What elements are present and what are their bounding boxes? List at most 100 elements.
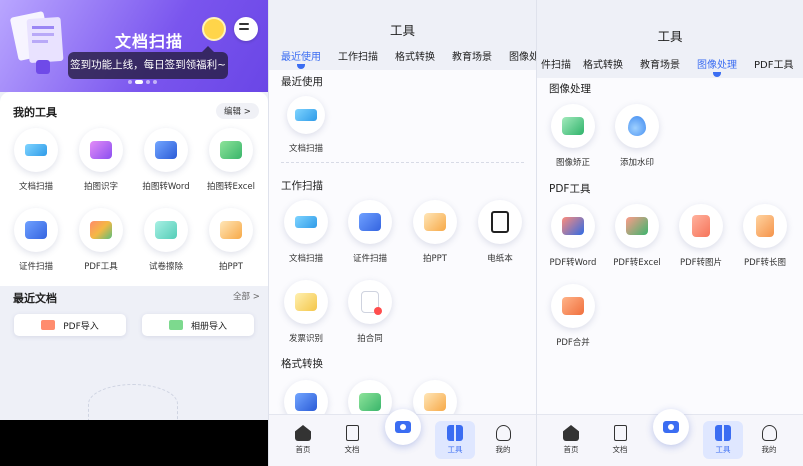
bottom-nav: 首页 文档 工具 我的	[269, 409, 536, 466]
checkin-coin-icon[interactable]	[202, 17, 226, 41]
tool-exam-erase[interactable]: 试卷擦除	[134, 208, 198, 272]
section-recent: 最近使用	[281, 76, 323, 88]
blank-bar	[0, 420, 268, 466]
contract-icon	[361, 291, 382, 315]
tool-photo-to-word[interactable]: 拍图转Word	[134, 128, 198, 192]
nav-tools[interactable]: 工具	[703, 421, 743, 459]
pdf-word-icon	[562, 217, 584, 235]
grid-icon	[715, 425, 731, 441]
hero-title: 文档扫描	[115, 32, 184, 51]
bottom-nav: 首页 文档 工具 我的	[537, 409, 803, 466]
tab-id-scan[interactable]: 件扫描	[541, 56, 571, 71]
tab-image[interactable]: 图像处	[509, 48, 536, 63]
excel-icon	[220, 141, 242, 159]
tool-doc-scan[interactable]: 文档扫描	[274, 96, 338, 154]
page-title: 工具	[657, 29, 683, 44]
carousel-dots	[128, 80, 157, 84]
image-correct-icon	[562, 117, 584, 135]
nav-docs[interactable]: 文档	[600, 425, 640, 455]
document-illustration-icon	[10, 11, 64, 74]
tool-pdf-merge[interactable]: PDF合并	[541, 284, 605, 348]
nav-me[interactable]: 我的	[749, 425, 789, 455]
tool-contract[interactable]: 拍合同	[338, 280, 402, 344]
pdf-image-icon	[692, 215, 710, 237]
tool-pdf-to-excel[interactable]: PDF转Excel	[605, 204, 669, 268]
image-icon	[424, 393, 446, 411]
excel-icon	[359, 393, 381, 411]
id-card-icon	[25, 221, 47, 239]
tool-invoice[interactable]: 发票识别	[274, 280, 338, 344]
tool-pdf-to-long-image[interactable]: PDF转长图	[733, 204, 797, 268]
nav-me[interactable]: 我的	[483, 425, 523, 455]
tab-education[interactable]: 教育场景	[640, 56, 680, 71]
hero-banner[interactable]: 文档扫描 签到功能上线，每日签到领福利~	[0, 0, 268, 92]
person-icon	[761, 425, 777, 441]
pdf-excel-icon	[626, 217, 648, 235]
my-tools-card: 我的工具 编辑 > 文档扫描 拍图识字 拍图转Word 拍图转Excel 证件扫…	[0, 92, 268, 286]
camera-button[interactable]	[653, 409, 689, 445]
home-screen: 文档扫描 签到功能上线，每日签到领福利~ 我的工具 编辑 > 文档扫描 拍图识字…	[0, 0, 268, 466]
water-drop-icon	[628, 116, 646, 136]
tab-pdf-tools[interactable]: PDF工具	[754, 56, 793, 71]
tab-work-scan[interactable]: 工作扫描	[338, 48, 378, 63]
person-icon	[495, 425, 511, 441]
printer-icon	[295, 109, 317, 121]
text-recognition-icon	[90, 141, 112, 159]
empty-state-illustration	[88, 384, 178, 424]
tool-e-paper[interactable]: 电纸本	[468, 200, 532, 264]
pdf-long-image-icon	[756, 215, 774, 237]
tool-pdf-to-image[interactable]: PDF转图片	[669, 204, 733, 268]
home-icon	[563, 425, 579, 441]
tool-doc-scan-2[interactable]: 文档扫描	[274, 200, 338, 264]
tab-image-process[interactable]: 图像处理	[697, 56, 737, 77]
edit-button[interactable]: 编辑 >	[216, 103, 259, 119]
nav-home[interactable]: 首页	[283, 425, 323, 455]
tools-list: 最近使用 文档扫描 工作扫描 文档扫描 证件扫描 拍PPT 电纸本 发票识别 拍…	[269, 70, 536, 424]
page-title: 工具	[389, 23, 415, 38]
pdf-tools-icon	[90, 221, 112, 239]
album-import-button[interactable]: 相册导入	[142, 314, 254, 336]
tool-watermark[interactable]: 添加水印	[605, 104, 669, 168]
invoice-icon	[295, 293, 317, 311]
pdf-import-button[interactable]: PDF导入	[14, 314, 126, 336]
tools-list: 图像处理 图像矫正 添加水印 PDF工具 PDF转Word PDF转Excel …	[537, 78, 803, 414]
tab-format-convert[interactable]: 格式转换	[583, 56, 623, 71]
word-icon	[295, 393, 317, 411]
e-paper-icon	[491, 211, 509, 233]
tab-format-convert[interactable]: 格式转换	[395, 48, 435, 63]
document-icon	[345, 425, 359, 441]
tab-education[interactable]: 教育场景	[452, 48, 492, 63]
tool-pdf-to-word[interactable]: PDF转Word	[541, 204, 605, 268]
tool-ppt-capture[interactable]: 拍PPT	[199, 208, 263, 272]
album-icon	[168, 320, 183, 330]
camera-button[interactable]	[385, 409, 421, 445]
tab-recent[interactable]: 最近使用	[281, 48, 321, 69]
nav-home[interactable]: 首页	[551, 425, 591, 455]
tool-id-scan[interactable]: 证件扫描	[4, 208, 68, 272]
tools-screen-recent: 工具 最近使用 工作扫描 格式转换 教育场景 图像处 最近使用 文档扫描 工作扫…	[268, 0, 536, 466]
my-tools-title: 我的工具	[13, 106, 57, 119]
tool-photo-to-excel[interactable]: 拍图转Excel	[199, 128, 263, 192]
tools-screen-image: 工具 件扫描 格式转换 教育场景 图像处理 PDF工具 图像处理 图像矫正 添加…	[536, 0, 803, 466]
nav-tools[interactable]: 工具	[435, 421, 475, 459]
tool-image-correct[interactable]: 图像矫正	[541, 104, 605, 168]
section-image: 图像处理	[549, 83, 591, 95]
printer-icon	[295, 216, 317, 228]
tool-doc-scan[interactable]: 文档扫描	[4, 128, 68, 192]
document-icon	[613, 425, 627, 441]
tool-ppt-capture[interactable]: 拍PPT	[403, 200, 467, 264]
all-docs-link[interactable]: 全部 >	[233, 290, 260, 302]
checkin-tooltip[interactable]: 签到功能上线，每日签到领福利~	[68, 46, 228, 79]
eraser-icon	[155, 221, 177, 239]
home-icon	[295, 425, 311, 441]
menu-icon[interactable]	[234, 17, 258, 41]
tool-id-scan[interactable]: 证件扫描	[338, 200, 402, 264]
ppt-icon	[220, 221, 242, 239]
tool-pdf-tools[interactable]: PDF工具	[69, 208, 133, 272]
grid-icon	[447, 425, 463, 441]
nav-docs[interactable]: 文档	[332, 425, 372, 455]
tool-text-recognition[interactable]: 拍图识字	[69, 128, 133, 192]
ppt-icon	[424, 213, 446, 231]
pdf-icon	[41, 320, 56, 330]
camera-icon	[395, 421, 411, 433]
